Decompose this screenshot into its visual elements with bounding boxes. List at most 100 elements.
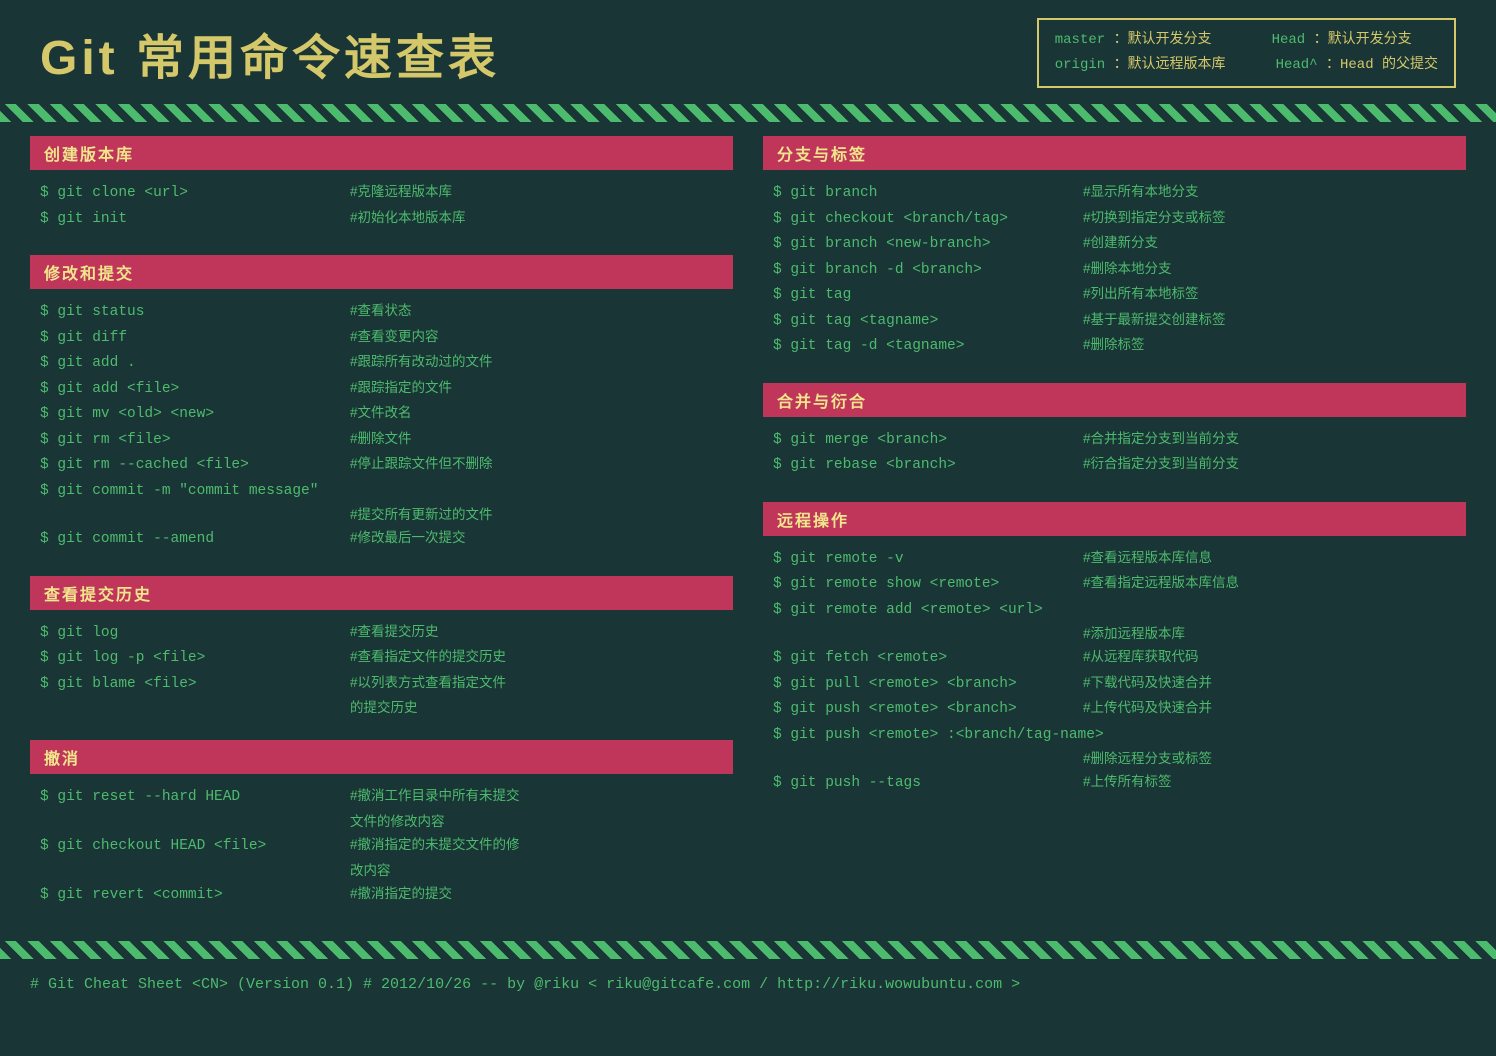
cmd-remote-v: $ git remote -v #查看远程版本库信息: [773, 548, 1456, 570]
cmd-add-file-comment: #跟踪指定的文件: [350, 378, 452, 399]
cmd-blame-comment2: 的提交历史: [40, 698, 723, 718]
cmd-commit-amend-comment: #修改最后一次提交: [350, 528, 466, 549]
cmd-fetch-comment: #从远程库获取代码: [1083, 647, 1199, 668]
cmd-push-tags: $ git push --tags #上传所有标签: [773, 772, 1456, 794]
section-remote-header: 远程操作: [763, 502, 1466, 536]
cmd-clone: $ git clone <url> #克隆远程版本库: [40, 182, 723, 204]
cmd-rm-cached: $ git rm --cached <file> #停止跟踪文件但不删除: [40, 454, 723, 476]
section-create: 创建版本库 $ git clone <url> #克隆远程版本库 $ git i…: [30, 136, 733, 237]
cmd-rm-cached-comment: #停止跟踪文件但不删除: [350, 454, 493, 475]
cmd-commit-m-text: $ git commit -m "commit message": [40, 480, 318, 502]
cmd-rm-text: $ git rm <file>: [40, 429, 350, 451]
legend-box: master ：默认开发分支 Head ：默认开发分支 origin ：默认远程…: [1037, 18, 1456, 88]
top-divider: [0, 104, 1496, 122]
cmd-push-comment: #上传代码及快速合并: [1083, 698, 1212, 719]
cmd-pull-text: $ git pull <remote> <branch>: [773, 673, 1083, 695]
section-log-header: 查看提交历史: [30, 576, 733, 610]
section-branch-header: 分支与标签: [763, 136, 1466, 170]
cmd-clone-text: $ git clone <url>: [40, 182, 350, 204]
cmd-add-dot: $ git add . #跟踪所有改动过的文件: [40, 352, 723, 374]
cmd-status: $ git status #查看状态: [40, 301, 723, 323]
cmd-branch-d-comment: #删除本地分支: [1083, 259, 1172, 280]
page: Git 常用命令速查表 master ：默认开发分支 Head ：默认开发分支 …: [0, 0, 1496, 1056]
cmd-add-dot-comment: #跟踪所有改动过的文件: [350, 352, 493, 373]
section-merge: 合并与衍合 $ git merge <branch> #合并指定分支到当前分支 …: [763, 383, 1466, 484]
cmd-branch-new: $ git branch <new-branch> #创建新分支: [773, 233, 1456, 255]
cmd-checkout-head: $ git checkout HEAD <file> #撤消指定的未提交文件的修: [40, 835, 723, 857]
legend-headcaret: Head^ ：Head 的父提交: [1276, 53, 1438, 78]
cmd-reset-text: $ git reset --hard HEAD: [40, 786, 350, 808]
cmd-init-comment: #初始化本地版本库: [350, 208, 466, 229]
cmd-pull: $ git pull <remote> <branch> #下载代码及快速合并: [773, 673, 1456, 695]
footer-divider: [0, 941, 1496, 959]
cmd-pull-comment: #下载代码及快速合并: [1083, 673, 1212, 694]
cmd-branch-comment: #显示所有本地分支: [1083, 182, 1199, 203]
footer-line: # Git Cheat Sheet <CN> (Version 0.1) # 2…: [30, 973, 1466, 997]
cmd-rm: $ git rm <file> #删除文件: [40, 429, 723, 451]
cmd-log-p: $ git log -p <file> #查看指定文件的提交历史: [40, 647, 723, 669]
cmd-checkout-head-comment2: 改内容: [40, 861, 723, 881]
main-content: 创建版本库 $ git clone <url> #克隆远程版本库 $ git i…: [0, 136, 1496, 931]
cmd-push-del-comment: #删除远程分支或标签: [773, 749, 1456, 769]
cmd-add-file-text: $ git add <file>: [40, 378, 350, 400]
cmd-init-text: $ git init: [40, 208, 350, 230]
section-branch-body: $ git branch #显示所有本地分支 $ git checkout <b…: [763, 178, 1466, 364]
cmd-init: $ git init #初始化本地版本库: [40, 208, 723, 230]
cmd-tag-comment: #列出所有本地标签: [1083, 284, 1199, 305]
cmd-rebase-text: $ git rebase <branch>: [773, 454, 1083, 476]
cmd-rebase-comment: #衍合指定分支到当前分支: [1083, 454, 1239, 475]
section-merge-header: 合并与衍合: [763, 383, 1466, 417]
section-log: 查看提交历史 $ git log #查看提交历史 $ git log -p <f…: [30, 576, 733, 723]
cmd-checkout-bt-comment: #切换到指定分支或标签: [1083, 208, 1226, 229]
footer: # Git Cheat Sheet <CN> (Version 0.1) # 2…: [0, 967, 1496, 1009]
cmd-branch-text: $ git branch: [773, 182, 1083, 204]
section-modify: 修改和提交 $ git status #查看状态 $ git diff #查看变…: [30, 255, 733, 557]
cmd-commit-amend: $ git commit --amend #修改最后一次提交: [40, 528, 723, 550]
cmd-checkout-bt: $ git checkout <branch/tag> #切换到指定分支或标签: [773, 208, 1456, 230]
cmd-add-dot-text: $ git add .: [40, 352, 350, 374]
cmd-tag: $ git tag #列出所有本地标签: [773, 284, 1456, 306]
cmd-push-del: $ git push <remote> :<branch/tag-name>: [773, 724, 1456, 746]
cmd-blame: $ git blame <file> #以列表方式查看指定文件: [40, 673, 723, 695]
cmd-branch-d: $ git branch -d <branch> #删除本地分支: [773, 259, 1456, 281]
cmd-revert-text: $ git revert <commit>: [40, 884, 350, 906]
cmd-merge-comment: #合并指定分支到当前分支: [1083, 429, 1239, 450]
section-undo-header: 撤消: [30, 740, 733, 774]
cmd-rm-comment: #删除文件: [350, 429, 412, 450]
cmd-branch-new-text: $ git branch <new-branch>: [773, 233, 1083, 255]
page-title: Git 常用命令速查表: [40, 18, 500, 88]
cmd-log-p-comment: #查看指定文件的提交历史: [350, 647, 506, 668]
cmd-tag-name: $ git tag <tagname> #基于最新提交创建标签: [773, 310, 1456, 332]
cmd-mv: $ git mv <old> <new> #文件改名: [40, 403, 723, 425]
header: Git 常用命令速查表 master ：默认开发分支 Head ：默认开发分支 …: [0, 0, 1496, 98]
right-column: 分支与标签 $ git branch #显示所有本地分支 $ git check…: [763, 136, 1466, 931]
cmd-merge-text: $ git merge <branch>: [773, 429, 1083, 451]
cmd-status-comment: #查看状态: [350, 301, 412, 322]
cmd-remote-v-text: $ git remote -v: [773, 548, 1083, 570]
cmd-tag-name-text: $ git tag <tagname>: [773, 310, 1083, 332]
cmd-push-tags-comment: #上传所有标签: [1083, 772, 1172, 793]
cmd-checkout-head-comment: #撤消指定的未提交文件的修: [350, 835, 520, 856]
cmd-branch: $ git branch #显示所有本地分支: [773, 182, 1456, 204]
cmd-reset-comment2: 文件的修改内容: [40, 812, 723, 832]
cmd-blame-comment: #以列表方式查看指定文件: [350, 673, 506, 694]
cmd-log-comment: #查看提交历史: [350, 622, 439, 643]
cmd-revert: $ git revert <commit> #撤消指定的提交: [40, 884, 723, 906]
cmd-diff: $ git diff #查看变更内容: [40, 327, 723, 349]
cmd-branch-d-text: $ git branch -d <branch>: [773, 259, 1083, 281]
cmd-merge: $ git merge <branch> #合并指定分支到当前分支: [773, 429, 1456, 451]
cmd-tag-d-text: $ git tag -d <tagname>: [773, 335, 1083, 357]
cmd-log: $ git log #查看提交历史: [40, 622, 723, 644]
section-modify-body: $ git status #查看状态 $ git diff #查看变更内容 $ …: [30, 297, 733, 557]
section-merge-body: $ git merge <branch> #合并指定分支到当前分支 $ git …: [763, 425, 1466, 484]
cmd-push-text: $ git push <remote> <branch>: [773, 698, 1083, 720]
cmd-blame-text: $ git blame <file>: [40, 673, 350, 695]
cmd-commit-m: $ git commit -m "commit message": [40, 480, 723, 502]
cmd-fetch-text: $ git fetch <remote>: [773, 647, 1083, 669]
section-undo-body: $ git reset --hard HEAD #撤消工作目录中所有未提交 文件…: [30, 782, 733, 913]
cmd-remote-show-comment: #查看指定远程版本库信息: [1083, 573, 1239, 594]
cmd-remote-add: $ git remote add <remote> <url>: [773, 599, 1456, 621]
cmd-remote-show-text: $ git remote show <remote>: [773, 573, 1083, 595]
cmd-revert-comment: #撤消指定的提交: [350, 884, 452, 905]
legend-master: master ：默认开发分支: [1055, 28, 1212, 53]
